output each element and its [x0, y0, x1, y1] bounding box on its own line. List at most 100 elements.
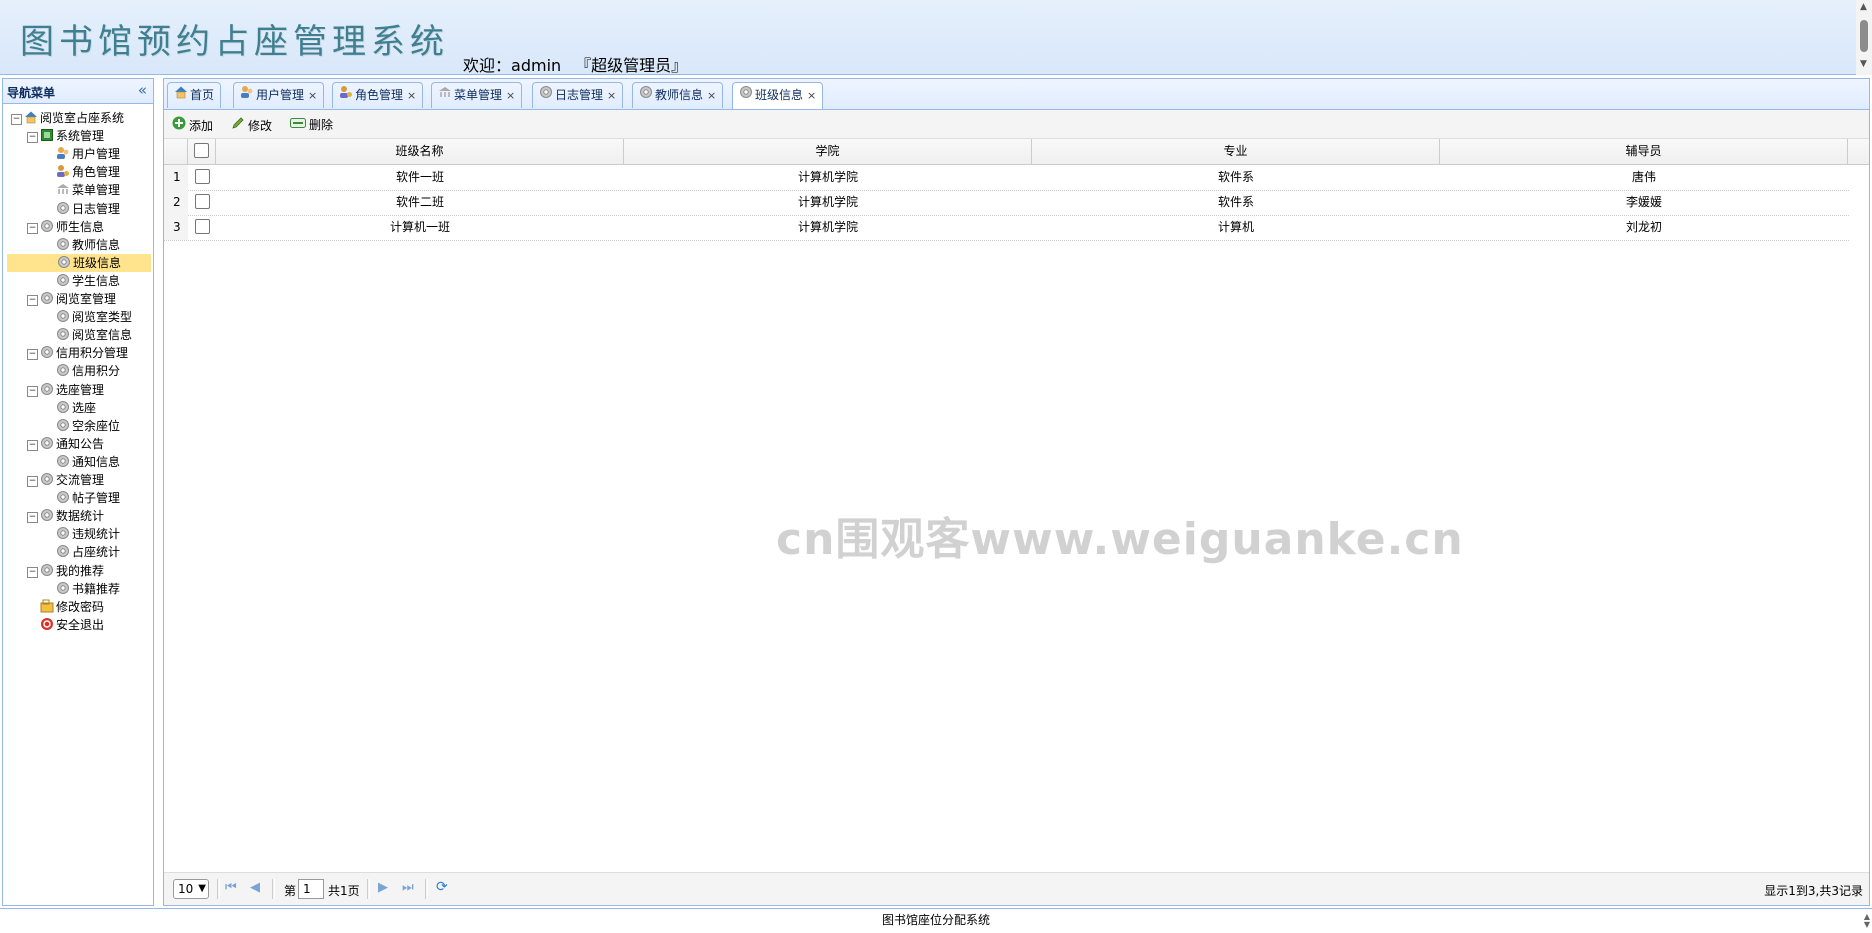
- close-icon[interactable]: ×: [707, 89, 716, 102]
- scroll-down-icon[interactable]: ▼: [1860, 60, 1867, 69]
- tree-node[interactable]: 阅览室类型: [43, 308, 132, 326]
- welcome-message: 欢迎：admin 『超级管理员』: [463, 52, 687, 76]
- table-cell: 李媛媛: [1625, 195, 1662, 209]
- header-scrollbar[interactable]: ▲ ▼: [1856, 0, 1872, 75]
- edit-button[interactable]: 修改: [231, 116, 272, 134]
- tree-toggle-icon[interactable]: −: [27, 439, 38, 451]
- tree-node[interactable]: − 交流管理: [27, 471, 104, 489]
- tree-node[interactable]: 帖子管理: [43, 489, 120, 507]
- tab-item[interactable]: 角色管理 ×: [332, 82, 424, 108]
- tree-node[interactable]: − 师生信息: [27, 218, 104, 236]
- tree-node-label: 学生信息: [72, 273, 121, 288]
- tree-toggle-icon[interactable]: −: [11, 114, 22, 125]
- tree-node-label: 日志管理: [72, 201, 121, 216]
- gear-icon: [57, 255, 71, 269]
- gear-icon: [56, 363, 70, 377]
- tree-node[interactable]: − 阅览室管理: [27, 290, 116, 308]
- scroll-up-icon[interactable]: ▲: [1860, 3, 1867, 12]
- tree-node-label: 通知公告: [56, 436, 105, 451]
- table-cell: 软件二班: [395, 195, 444, 209]
- column-header[interactable]: 学院: [624, 139, 1032, 164]
- close-icon[interactable]: ×: [506, 89, 515, 102]
- tree-node[interactable]: − 信用积分管理: [27, 344, 128, 362]
- tree-node[interactable]: 安全退出: [27, 616, 104, 634]
- tree-node[interactable]: 占座统计: [43, 543, 120, 561]
- tree-node[interactable]: − 我的推荐: [27, 562, 104, 580]
- table-row[interactable]: 1 软件一班 计算机学院 软件系 唐伟: [164, 165, 1849, 191]
- table-row[interactable]: 3 计算机一班 计算机学院 计算机 刘龙初: [164, 215, 1849, 241]
- tree-toggle-icon[interactable]: −: [27, 132, 38, 144]
- column-header[interactable]: 辅导员: [1440, 139, 1848, 164]
- tree-node[interactable]: 日志管理: [43, 200, 120, 218]
- gear-icon: [40, 382, 54, 396]
- tree-node[interactable]: 空余座位: [43, 417, 120, 435]
- tree-toggle-icon[interactable]: −: [27, 295, 38, 306]
- tree-node[interactable]: 学生信息: [43, 272, 120, 290]
- tree-toggle-icon[interactable]: −: [27, 512, 38, 524]
- footer-scroll-icon[interactable]: ▲ ▼: [1864, 913, 1870, 929]
- app-title: 图书馆预约占座管理系统: [20, 22, 449, 62]
- tree-node[interactable]: 违规统计: [43, 525, 120, 543]
- tree-toggle-icon[interactable]: −: [27, 476, 38, 487]
- tab-item[interactable]: 日志管理 ×: [532, 82, 624, 108]
- close-icon[interactable]: ×: [407, 89, 416, 102]
- first-page-icon[interactable]: ⏮: [225, 880, 237, 895]
- password-icon: [40, 599, 54, 613]
- tree-node[interactable]: 教师信息: [43, 236, 120, 254]
- close-icon[interactable]: ×: [308, 89, 317, 102]
- row-checkbox[interactable]: [194, 169, 210, 184]
- tree-node[interactable]: 用户管理: [43, 145, 120, 163]
- tab-item[interactable]: 教师信息 ×: [632, 82, 724, 108]
- select-all-checkbox[interactable]: [194, 143, 209, 158]
- gear-icon: [40, 219, 54, 233]
- footer-text: 图书馆座位分配系统: [881, 913, 990, 927]
- table-row[interactable]: 2 软件二班 计算机学院 软件系 李媛媛: [164, 190, 1849, 216]
- column-header[interactable]: 专业: [1032, 139, 1440, 164]
- tree-node[interactable]: 选座: [43, 399, 96, 417]
- last-page-icon[interactable]: ⏭: [402, 880, 414, 895]
- tab-item[interactable]: 班级信息 ×: [732, 82, 824, 109]
- tree-toggle-icon[interactable]: −: [27, 349, 38, 361]
- close-icon[interactable]: ×: [607, 89, 616, 102]
- remove-icon: [290, 118, 306, 132]
- tab-item[interactable]: 用户管理 ×: [233, 82, 325, 108]
- table-cell: 软件一班: [395, 170, 444, 184]
- gear-icon: [739, 83, 753, 107]
- prev-page-icon[interactable]: ◀: [250, 880, 260, 895]
- column-header[interactable]: 班级名称: [216, 139, 624, 164]
- tree-node[interactable]: 菜单管理: [43, 181, 120, 199]
- scroll-thumb[interactable]: [1860, 20, 1868, 52]
- tree-node[interactable]: 阅览室信息: [43, 326, 132, 344]
- tree-node[interactable]: 书籍推荐: [43, 580, 120, 598]
- delete-button[interactable]: 删除: [290, 116, 333, 133]
- tree-toggle-icon[interactable]: −: [27, 566, 38, 578]
- tree-node[interactable]: 通知信息: [43, 453, 120, 471]
- tree-node[interactable]: − 选座管理: [27, 381, 104, 399]
- tree-node[interactable]: 信用积分: [43, 362, 120, 380]
- page-number-input[interactable]: 1: [298, 879, 324, 899]
- tree-node[interactable]: 班级信息: [7, 253, 151, 272]
- tree-toggle-icon[interactable]: −: [27, 385, 38, 397]
- row-checkbox[interactable]: [194, 194, 210, 209]
- refresh-icon[interactable]: ⟳: [436, 879, 448, 895]
- close-icon[interactable]: ×: [807, 89, 816, 102]
- tree-node[interactable]: 修改密码: [27, 598, 104, 616]
- tree-node[interactable]: 角色管理: [43, 163, 120, 181]
- tree-node[interactable]: − 通知公告: [27, 435, 104, 453]
- tree-toggle-icon[interactable]: −: [27, 222, 38, 234]
- tree-node[interactable]: − 数据统计: [27, 507, 104, 525]
- gear-icon: [56, 490, 70, 504]
- tab-home[interactable]: 首页: [167, 82, 222, 108]
- tree-node-label: 菜单管理: [72, 183, 121, 198]
- tree-node[interactable]: − 阅览室占座系统: [11, 109, 124, 127]
- add-button[interactable]: 添加: [172, 116, 213, 134]
- username: admin: [511, 56, 562, 75]
- tab-item[interactable]: 菜单管理 ×: [431, 82, 523, 108]
- page-size-select[interactable]: 10 ▼: [173, 879, 209, 899]
- next-page-icon[interactable]: ▶: [378, 880, 388, 895]
- users-icon: [56, 146, 70, 160]
- row-select-cell: [188, 190, 216, 215]
- tree-node[interactable]: − 系统管理: [27, 127, 104, 145]
- collapse-icon[interactable]: «: [138, 81, 147, 99]
- row-checkbox[interactable]: [194, 219, 210, 234]
